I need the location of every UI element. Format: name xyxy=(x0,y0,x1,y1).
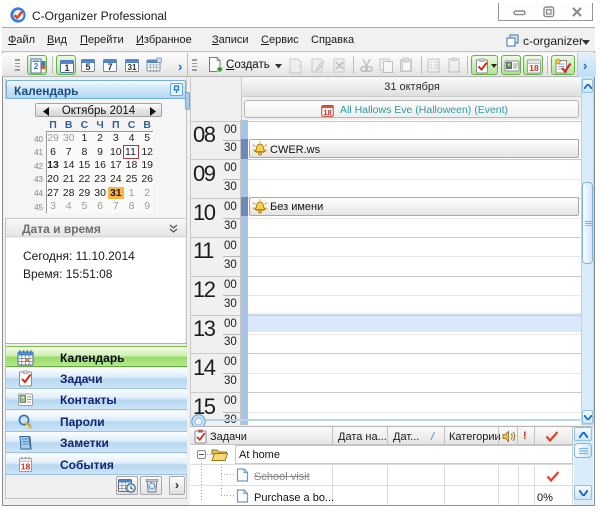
svg-text:18: 18 xyxy=(21,461,31,471)
svg-text:5: 5 xyxy=(85,62,90,72)
svg-text:2: 2 xyxy=(34,62,39,71)
svg-text:7: 7 xyxy=(107,62,112,72)
svg-text:31: 31 xyxy=(128,63,137,72)
svg-text:18: 18 xyxy=(529,63,539,73)
svg-text:1: 1 xyxy=(64,63,69,73)
svg-text:18: 18 xyxy=(323,108,331,117)
